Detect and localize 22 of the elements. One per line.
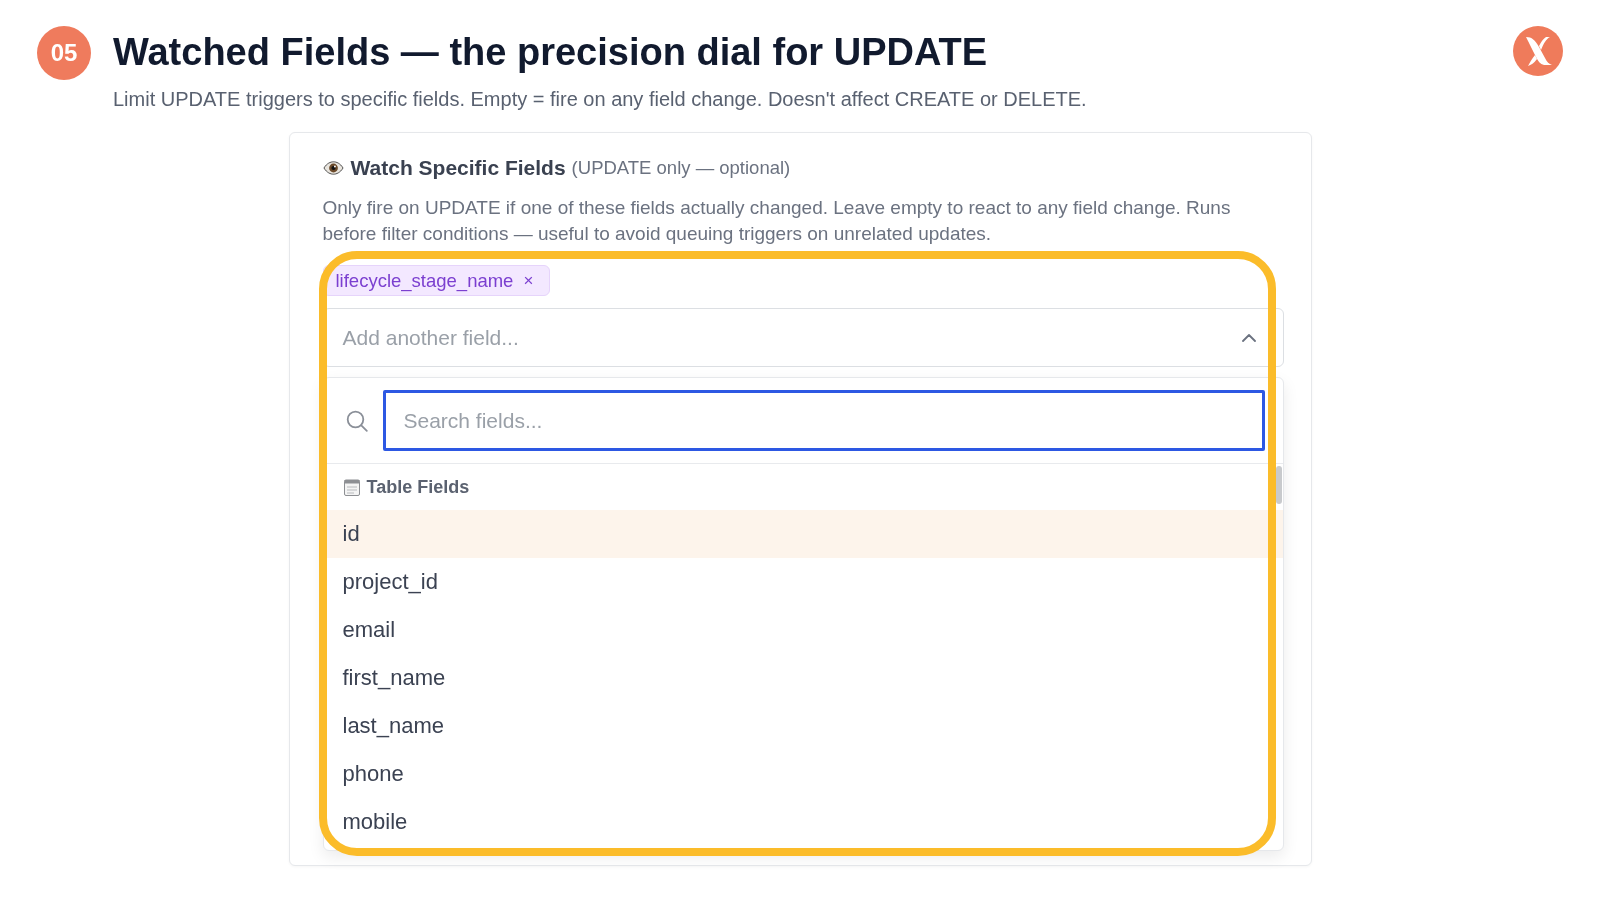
cross-mark-logo — [1513, 26, 1563, 76]
title-note: (UPDATE only — optional) — [571, 157, 791, 179]
search-field[interactable]: Search fields... — [382, 390, 1265, 451]
group-heading: Table Fields — [366, 476, 470, 498]
field-option[interactable]: project_id — [323, 558, 1283, 606]
scrollbar-thumb[interactable] — [1275, 466, 1282, 504]
remove-tag-button[interactable]: × — [523, 272, 534, 289]
field-option[interactable]: last_name — [323, 702, 1283, 750]
chevron-up-icon — [1241, 333, 1256, 342]
description-text: Only fire on UPDATE if one of these fields actually changed. Leave empty to react to any field change. Runs before filter conditions — useful to avoid queuing triggers on unrelated updates. — [322, 196, 1232, 246]
tag-label: lifecycle_stage_name — [335, 269, 514, 292]
search-icon — [345, 409, 368, 432]
field-option[interactable]: phone — [323, 750, 1283, 798]
notepad-icon — [343, 478, 360, 496]
field-option[interactable]: first_name — [323, 654, 1283, 702]
slide-title: Watched Fields — the precision dial for UPDATE — [113, 30, 989, 75]
eye-icon — [322, 161, 344, 175]
field-option[interactable]: email — [323, 606, 1283, 654]
slide-subtitle: Limit UPDATE triggers to specific fields. Empty = fire on any field change. Doesn't affect CREATE or DELETE. — [113, 87, 1088, 112]
step-badge: 05 — [37, 26, 91, 80]
section-title: Watch Specific Fields — [350, 156, 566, 180]
field-option[interactable]: mobile — [323, 798, 1283, 846]
